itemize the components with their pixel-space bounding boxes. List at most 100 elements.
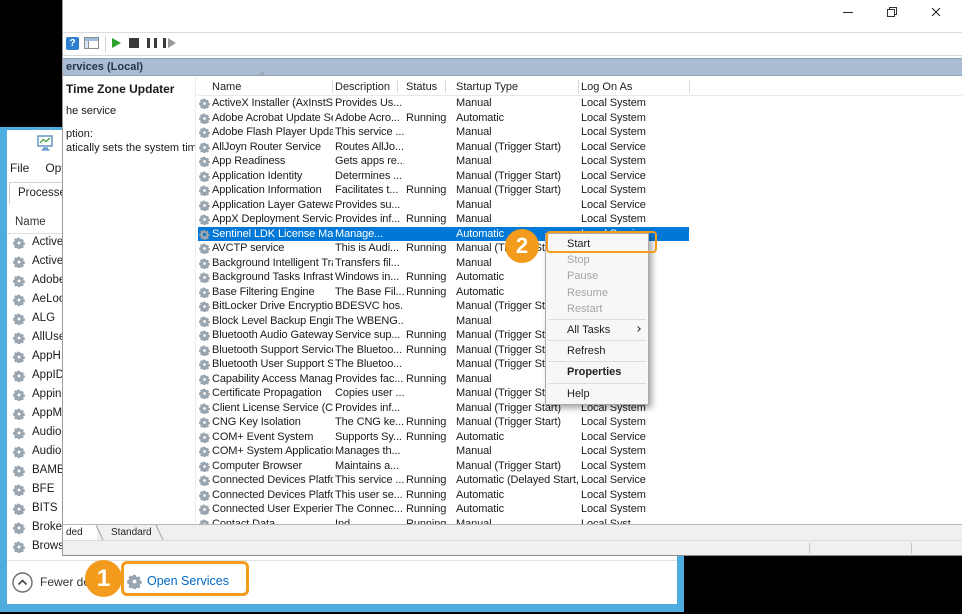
service-name: Adobe Flash Player Update ...: [212, 126, 333, 138]
tm-service-name: Audio: [32, 445, 61, 457]
menu-item-resume[interactable]: Resume: [546, 285, 648, 301]
service-action-link[interactable]: he service: [66, 105, 116, 117]
service-row[interactable]: COM+ Event SystemSupports Sy...RunningAu…: [198, 430, 689, 445]
menu-separator: [548, 361, 646, 362]
service-log-on-as: Local System: [581, 126, 686, 138]
annotation-badge-2: 2: [505, 229, 539, 263]
service-row[interactable]: Connected User Experience...The Connec..…: [198, 502, 689, 517]
service-startup-type: Manual: [456, 445, 580, 457]
service-row[interactable]: AppX Deployment Service (...Provides inf…: [198, 212, 689, 227]
column-header-log-on-as[interactable]: Log On As: [581, 81, 632, 93]
menu-item-properties[interactable]: Properties: [546, 364, 648, 380]
sort-ascending-icon[interactable]: ^: [260, 71, 265, 82]
service-row[interactable]: Connected Devices Platfor...This service…: [198, 473, 689, 488]
service-description: Service sup...: [335, 329, 404, 341]
service-description: Provides inf...: [335, 213, 404, 225]
service-status: Running: [406, 373, 454, 385]
service-startup-type: Automatic: [456, 112, 580, 124]
header-separator[interactable]: [332, 80, 333, 93]
service-description: Manages th...: [335, 445, 404, 457]
tm-service-name: ALG: [32, 312, 55, 324]
service-name: ActiveX Installer (AxInstSV): [212, 97, 333, 109]
restart-service-icon[interactable]: [163, 38, 177, 48]
service-row[interactable]: CNG Key IsolationThe CNG ke...RunningMan…: [198, 415, 689, 430]
service-description: Transfers fil...: [335, 257, 404, 269]
service-row[interactable]: Application InformationFacilitates t...R…: [198, 183, 689, 198]
service-row[interactable]: Application IdentityDetermines ...Manual…: [198, 169, 689, 184]
restore-button[interactable]: [876, 0, 908, 24]
service-startup-type: Automatic: [456, 489, 580, 501]
menu-item-help[interactable]: Help: [546, 386, 648, 402]
service-description: The Bluetoo...: [335, 358, 404, 370]
tm-service-name: AppID: [32, 369, 64, 381]
service-description: Facilitates t...: [335, 184, 404, 196]
service-row[interactable]: Application Layer Gateway ...Provides su…: [198, 198, 689, 213]
console-window-icon[interactable]: [84, 37, 99, 49]
service-name: App Readiness: [212, 155, 333, 167]
service-description: Provides Us...: [335, 97, 404, 109]
header-separator[interactable]: [578, 80, 579, 93]
service-row[interactable]: ActiveX Installer (AxInstSV)Provides Us.…: [198, 96, 689, 111]
services-table-header: Name ^ Description Status Startup Type L…: [198, 77, 962, 96]
service-row[interactable]: Connected Devices Platfor...This user se…: [198, 488, 689, 503]
start-service-icon[interactable]: [112, 38, 121, 48]
fewer-details-button[interactable]: [12, 572, 33, 593]
service-startup-type: Manual (Trigger Start): [456, 460, 580, 472]
service-description: The Bluetoo...: [335, 344, 404, 356]
menu-item-pause[interactable]: Pause: [546, 268, 648, 284]
minimize-button[interactable]: [832, 0, 864, 24]
tm-name-column-header[interactable]: Name: [15, 216, 46, 228]
services-toolbar: ?: [63, 34, 962, 56]
service-status: Running: [406, 489, 454, 501]
service-row[interactable]: App ReadinessGets apps re...ManualLocal …: [198, 154, 689, 169]
close-button[interactable]: [920, 0, 952, 24]
service-startup-type: Manual (Trigger Start): [456, 184, 580, 196]
service-description: Routes AllJo...: [335, 141, 404, 153]
service-name: Background Tasks Infrastru...: [212, 271, 333, 283]
annotation-rect-open-services: [121, 561, 249, 596]
service-name: Connected Devices Platfor...: [212, 489, 333, 501]
service-row[interactable]: COM+ System ApplicationManages th... Manu…: [198, 444, 689, 459]
stop-service-icon[interactable]: [129, 38, 139, 48]
service-status: Running: [406, 213, 454, 225]
tm-service-name: AppM: [32, 407, 62, 419]
services-titlebar[interactable]: [63, 0, 962, 33]
service-row[interactable]: Adobe Acrobat Update Serv...Adobe Acro..…: [198, 111, 689, 126]
column-header-status[interactable]: Status: [406, 81, 437, 93]
service-name: Capability Access Manager ...: [212, 373, 333, 385]
service-startup-type: Manual (Trigger Start): [456, 416, 580, 428]
column-header-startup-type[interactable]: Startup Type: [456, 81, 518, 93]
service-row[interactable]: Contact Data_...Ind...RunningManualLocal…: [198, 517, 689, 525]
service-name: Client License Service (ClipS...: [212, 402, 333, 414]
menu-item-restart[interactable]: Restart: [546, 301, 648, 317]
service-log-on-as: Local Service: [581, 170, 686, 182]
service-status: Running: [406, 503, 454, 515]
menu-item-refresh[interactable]: Refresh: [546, 343, 648, 359]
service-name: COM+ System Application: [212, 445, 333, 457]
service-row[interactable]: AllJoyn Router ServiceRoutes AllJo...Man…: [198, 140, 689, 155]
service-name: BitLocker Drive Encryption ...: [212, 300, 333, 312]
tab-standard[interactable]: Standard: [105, 525, 157, 540]
menu-separator: [548, 319, 646, 320]
service-status: Running: [406, 112, 454, 124]
header-separator[interactable]: [397, 80, 398, 93]
service-row[interactable]: Adobe Flash Player Update ...This servic…: [198, 125, 689, 140]
header-separator[interactable]: [689, 80, 690, 93]
service-name: Connected User Experience...: [212, 503, 333, 515]
column-header-name[interactable]: Name: [212, 81, 241, 93]
column-header-description[interactable]: Description: [335, 81, 390, 93]
service-row[interactable]: Computer BrowserMaintains a...Manual (Tr…: [198, 459, 689, 474]
toolbar-separator: [105, 36, 106, 52]
menu-file[interactable]: File: [10, 161, 29, 175]
menu-item-stop[interactable]: Stop: [546, 252, 648, 268]
service-startup-type: Manual: [456, 213, 580, 225]
menu-item-all-tasks[interactable]: All Tasks: [546, 322, 648, 338]
pause-service-icon[interactable]: [147, 38, 157, 48]
tm-service-name: Audio: [32, 426, 61, 438]
tm-service-name: AllUse: [32, 331, 65, 343]
header-separator[interactable]: [445, 80, 446, 93]
service-log-on-as: Local System: [581, 489, 686, 501]
help-icon[interactable]: ?: [66, 37, 79, 50]
service-name: Application Layer Gateway ...: [212, 199, 333, 211]
tab-extended[interactable]: ded: [63, 525, 97, 540]
